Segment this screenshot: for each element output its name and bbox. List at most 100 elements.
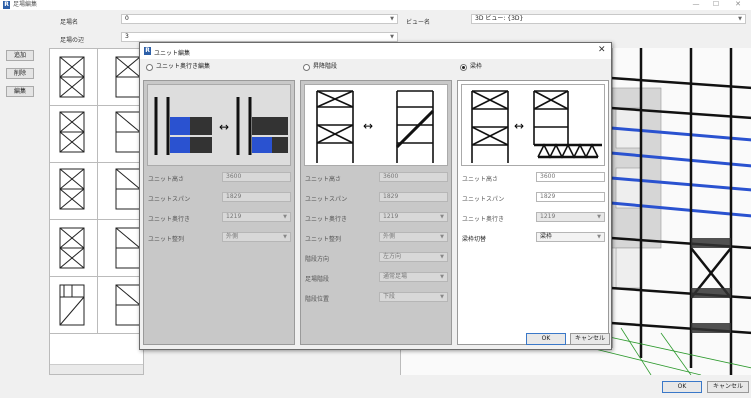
scaffold-side-label: 足場の辺 <box>60 37 85 44</box>
field-value: 下段 <box>383 293 396 300</box>
field-value: 3600 <box>226 173 242 180</box>
close-icon[interactable]: ✕ <box>728 0 748 10</box>
scaffold-frame-icon <box>59 168 85 210</box>
chevron-down-icon: ▼ <box>440 254 444 260</box>
chevron-down-icon: ▼ <box>283 234 287 240</box>
field-value: 左方向 <box>383 253 402 260</box>
field-label: ユニット奥行き <box>148 216 191 223</box>
stair-position-select: 下段 ▼ <box>379 292 448 302</box>
chevron-down-icon: ▼ <box>440 214 444 220</box>
unit-height-field: 3600 <box>222 172 291 182</box>
delete-button[interactable]: 削除 <box>6 68 34 79</box>
field-value: 外側 <box>226 233 239 240</box>
field-label: ユニット整列 <box>148 236 185 243</box>
horizontal-scrollbar[interactable] <box>50 364 143 374</box>
view-name-label: ビュー名 <box>406 19 431 26</box>
field-label: 階段位置 <box>305 296 330 303</box>
scaffold-side-value: 3 <box>125 33 129 40</box>
scaffold-side-select[interactable]: 3 ▼ <box>121 32 398 42</box>
main-ok-button[interactable]: OK <box>662 381 702 393</box>
field-value: 1219 <box>540 213 556 220</box>
panel-stairs: 昇降階段 ↔ ユニット高さ 3600 ユニットスパン 1829 ユニット奥行き … <box>300 63 452 348</box>
chevron-down-icon: ▼ <box>738 16 742 22</box>
dialog-ok-button[interactable]: OK <box>526 333 566 345</box>
unit-cell[interactable] <box>50 49 98 106</box>
scaffold-name-value: 0 <box>125 15 129 22</box>
unit-depth-select: 1219 ▼ <box>222 212 291 222</box>
add-button[interactable]: 追加 <box>6 50 34 61</box>
depth-edit-radio[interactable] <box>146 64 153 71</box>
app-icon: R <box>144 47 151 55</box>
stair-direction-select: 左方向 ▼ <box>379 252 448 262</box>
svg-text:↔: ↔ <box>363 119 373 133</box>
unit-align-select: 外側 ▼ <box>222 232 291 242</box>
unit-cell[interactable] <box>98 106 143 163</box>
field-value: 外側 <box>383 233 396 240</box>
field-label: ユニット奥行き <box>305 216 348 223</box>
beam-frame-radio[interactable] <box>460 64 467 71</box>
unit-cell[interactable] <box>98 277 143 334</box>
stairs-option-label: 昇降階段 <box>313 63 338 70</box>
scaffold-name-label: 足場名 <box>60 19 79 26</box>
scaffold-frame-icon <box>59 56 85 98</box>
chevron-down-icon: ▼ <box>440 294 444 300</box>
stairs-box: ↔ ユニット高さ 3600 ユニットスパン 1829 ユニット奥行き 1219 ▼… <box>300 80 452 345</box>
unit-cell[interactable] <box>98 49 143 106</box>
dialog-titlebar: R ユニット編集 ✕ <box>140 43 611 59</box>
maximize-icon[interactable]: ☐ <box>706 0 726 10</box>
panel-depth-edit: ユニット奥行き編集 ↔ ユニット高さ 3600 ユニットスパン 1829 ユニッ… <box>143 63 295 348</box>
window-titlebar: R 足場編集 — ☐ ✕ <box>0 0 751 10</box>
unit-height-field[interactable]: 3600 <box>536 172 605 182</box>
field-label: ユニットスパン <box>305 196 348 203</box>
app-icon: R <box>3 1 10 9</box>
minimize-icon[interactable]: — <box>686 0 706 10</box>
field-label: 階段方向 <box>305 256 330 263</box>
window-title: 足場編集 <box>13 1 38 8</box>
scaffold-frame-icon <box>115 227 141 269</box>
unit-cell[interactable] <box>50 106 98 163</box>
beam-frame-option-label: 梁枠 <box>470 63 483 70</box>
chevron-down-icon: ▼ <box>597 234 601 240</box>
field-value: 通常足場 <box>383 273 408 280</box>
unit-cell[interactable] <box>50 220 98 277</box>
main-cancel-button[interactable]: キャンセル <box>707 381 749 393</box>
field-value: 1219 <box>226 213 242 220</box>
unit-grid[interactable] <box>49 48 144 375</box>
svg-text:↔: ↔ <box>219 120 229 134</box>
edit-button[interactable]: 編集 <box>6 86 34 97</box>
view-name-value: 3D ビュー: {3D} <box>475 15 524 22</box>
field-value: 3600 <box>383 173 399 180</box>
scaffold-frame-icon <box>59 227 85 269</box>
dialog-cancel-button[interactable]: キャンセル <box>570 333 610 345</box>
chevron-down-icon: ▼ <box>390 34 394 40</box>
unit-cell[interactable] <box>50 163 98 220</box>
scaffold-name-select[interactable]: 0 ▼ <box>121 14 398 24</box>
field-value: 3600 <box>540 173 556 180</box>
stairs-radio[interactable] <box>303 64 310 71</box>
unit-cell[interactable] <box>50 277 98 334</box>
chevron-down-icon: ▼ <box>390 16 394 22</box>
unit-cell[interactable] <box>98 163 143 220</box>
field-label: ユニットスパン <box>148 196 191 203</box>
field-value: 1829 <box>383 193 399 200</box>
unit-height-field: 3600 <box>379 172 448 182</box>
unit-span-field: 1829 <box>379 192 448 202</box>
unit-span-field[interactable]: 1829 <box>536 192 605 202</box>
field-label: ユニット奥行き <box>462 216 505 223</box>
beam-switch-select[interactable]: 梁枠 ▼ <box>536 232 605 242</box>
unit-cell[interactable] <box>98 220 143 277</box>
dialog-title: ユニット編集 <box>154 50 191 57</box>
scaffold-frame-icon <box>115 284 141 326</box>
scaffold-frame-icon <box>115 168 141 210</box>
chevron-down-icon: ▼ <box>283 214 287 220</box>
field-label: 足場階段 <box>305 276 330 283</box>
scaffold-stair-select: 通常足場 ▼ <box>379 272 448 282</box>
unit-edit-dialog: R ユニット編集 ✕ ユニット奥行き編集 ↔ ユニット高さ 3600 ユニットス… <box>139 42 612 350</box>
dialog-close-icon[interactable]: ✕ <box>598 45 606 55</box>
unit-depth-select[interactable]: 1219 ▼ <box>536 212 605 222</box>
beam-frame-box: ↔ ユニット高さ 3600 ユニットスパン 1829 ユニット奥行き 1219 ▼… <box>457 80 609 345</box>
stairs-illustration: ↔ <box>304 84 448 166</box>
depth-edit-illustration: ↔ <box>147 84 291 166</box>
field-label: ユニット高さ <box>148 176 185 183</box>
view-name-select[interactable]: 3D ビュー: {3D} ▼ <box>471 14 746 24</box>
